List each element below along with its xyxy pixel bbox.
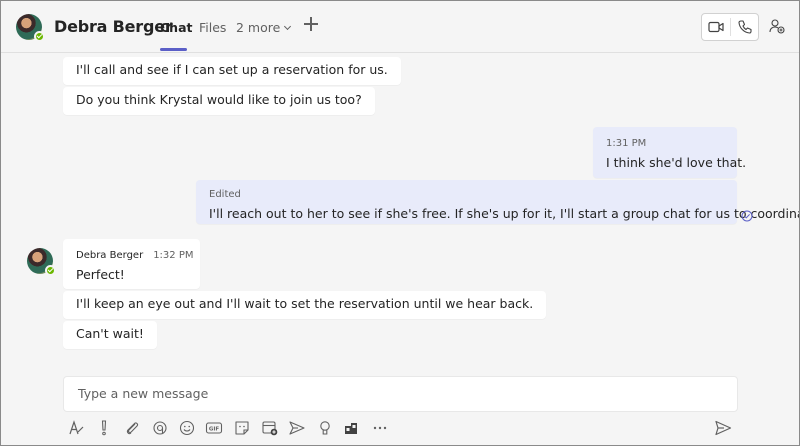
audio-call-icon[interactable] [737, 19, 753, 35]
contact-name[interactable]: Debra Berger [54, 17, 173, 36]
send-icon[interactable] [714, 419, 732, 437]
more-tabs-dropdown[interactable]: 2 more [236, 20, 292, 35]
chevron-down-icon [284, 22, 292, 31]
add-people-icon[interactable] [769, 18, 785, 34]
message-bubble[interactable]: I'll keep an eye out and I'll wait to se… [63, 291, 547, 319]
stream-icon[interactable] [288, 419, 306, 437]
chat-header: Debra Berger Chat Files 2 more [1, 1, 799, 53]
active-tab-indicator [160, 48, 187, 51]
sticker-icon[interactable] [233, 419, 251, 437]
emoji-icon[interactable] [178, 419, 196, 437]
message-meta: Debra Berger 1:32 PM [76, 249, 193, 263]
message-text: I'll call and see if I can set up a rese… [76, 62, 388, 77]
apps-icon[interactable] [343, 419, 361, 437]
important-icon[interactable] [95, 419, 113, 437]
message-text: Can't wait! [76, 326, 144, 341]
message-text: I'll keep an eye out and I'll wait to se… [76, 296, 534, 311]
message-timestamp: 1:31 PM [606, 138, 647, 149]
message-text: I'll reach out to her to see if she's fr… [209, 206, 800, 221]
seen-icon [741, 210, 753, 222]
svg-text:GIF: GIF [209, 426, 220, 432]
own-message-bubble[interactable]: 1:31 PM I think she'd love that. [593, 127, 747, 178]
message-author: Debra Berger [76, 250, 144, 261]
more-tabs-label: 2 more [236, 20, 281, 35]
sender-avatar[interactable] [27, 248, 56, 276]
call-divider [730, 18, 731, 36]
more-options-icon[interactable] [371, 419, 389, 437]
contact-avatar[interactable] [16, 14, 45, 42]
attach-icon[interactable] [123, 419, 141, 437]
message-text: Do you think Krystal would like to join … [76, 92, 362, 107]
presence-available-icon [34, 31, 45, 42]
add-tab-icon[interactable] [304, 17, 318, 31]
message-bubble[interactable]: Do you think Krystal would like to join … [63, 87, 375, 115]
format-icon[interactable] [67, 419, 85, 437]
video-call-icon[interactable] [708, 20, 724, 34]
loop-icon[interactable] [151, 419, 169, 437]
presence-available-icon [45, 265, 56, 276]
message-bubble[interactable]: Debra Berger 1:32 PM Perfect! [63, 239, 200, 289]
tab-files[interactable]: Files [199, 20, 226, 35]
edited-label: Edited [209, 189, 241, 200]
call-button-group [701, 13, 759, 41]
message-bubble[interactable]: I'll call and see if I can set up a rese… [63, 57, 401, 85]
message-bubble[interactable]: Can't wait! [63, 321, 157, 349]
message-compose-box[interactable]: Type a new message [63, 376, 738, 412]
gif-icon[interactable]: GIF [205, 419, 223, 437]
chat-window: Debra Berger Chat Files 2 more I'll call [0, 0, 800, 446]
schedule-meeting-icon[interactable] [261, 419, 279, 437]
tab-chat[interactable]: Chat [160, 20, 192, 35]
message-timestamp: 1:32 PM [153, 250, 194, 261]
message-text: I think she'd love that. [606, 155, 747, 170]
compose-placeholder: Type a new message [78, 386, 209, 401]
message-text: Perfect! [76, 267, 125, 282]
own-message-bubble[interactable]: Edited I'll reach out to her to see if s… [196, 180, 800, 224]
praise-icon[interactable] [316, 419, 334, 437]
